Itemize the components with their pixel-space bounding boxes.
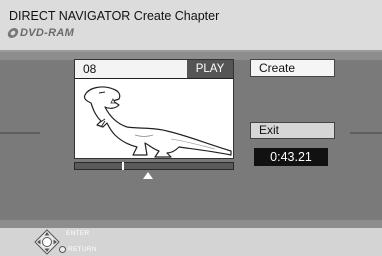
dinosaur-thumbnail [83,86,232,158]
chapter-number: 08 [83,62,97,76]
media-indicator: DVD-RAM [6,26,75,40]
header: DIRECT NAVIGATOR Create Chapter DVD-RAM [0,0,382,52]
enter-hint-label: ENTER [66,230,90,237]
return-hint-label: RETURN [68,246,97,253]
right-divider [350,132,382,134]
chapter-insert-arrow-icon [143,172,153,179]
position-track[interactable] [74,162,234,170]
dpad-icon [34,229,60,255]
footer-help: ENTER RETURN [0,228,382,256]
preview-info-bar: 08 PLAY [75,60,233,79]
main-panel: 08 PLAY Create Exit 0:43.21 [0,52,382,228]
position-marker [122,162,124,170]
media-type-label: DVD-RAM [20,27,75,39]
exit-button[interactable]: Exit [250,122,335,139]
elapsed-time-display: 0:43.21 [254,148,328,166]
create-button[interactable]: Create [250,59,335,77]
return-icon [59,246,66,253]
page-title: DIRECT NAVIGATOR Create Chapter [9,9,220,23]
bottom-band [0,220,382,228]
left-divider [0,132,40,134]
disc-icon [6,28,20,38]
video-preview[interactable]: 08 PLAY [74,59,234,159]
play-status-badge: PLAY [187,60,233,78]
